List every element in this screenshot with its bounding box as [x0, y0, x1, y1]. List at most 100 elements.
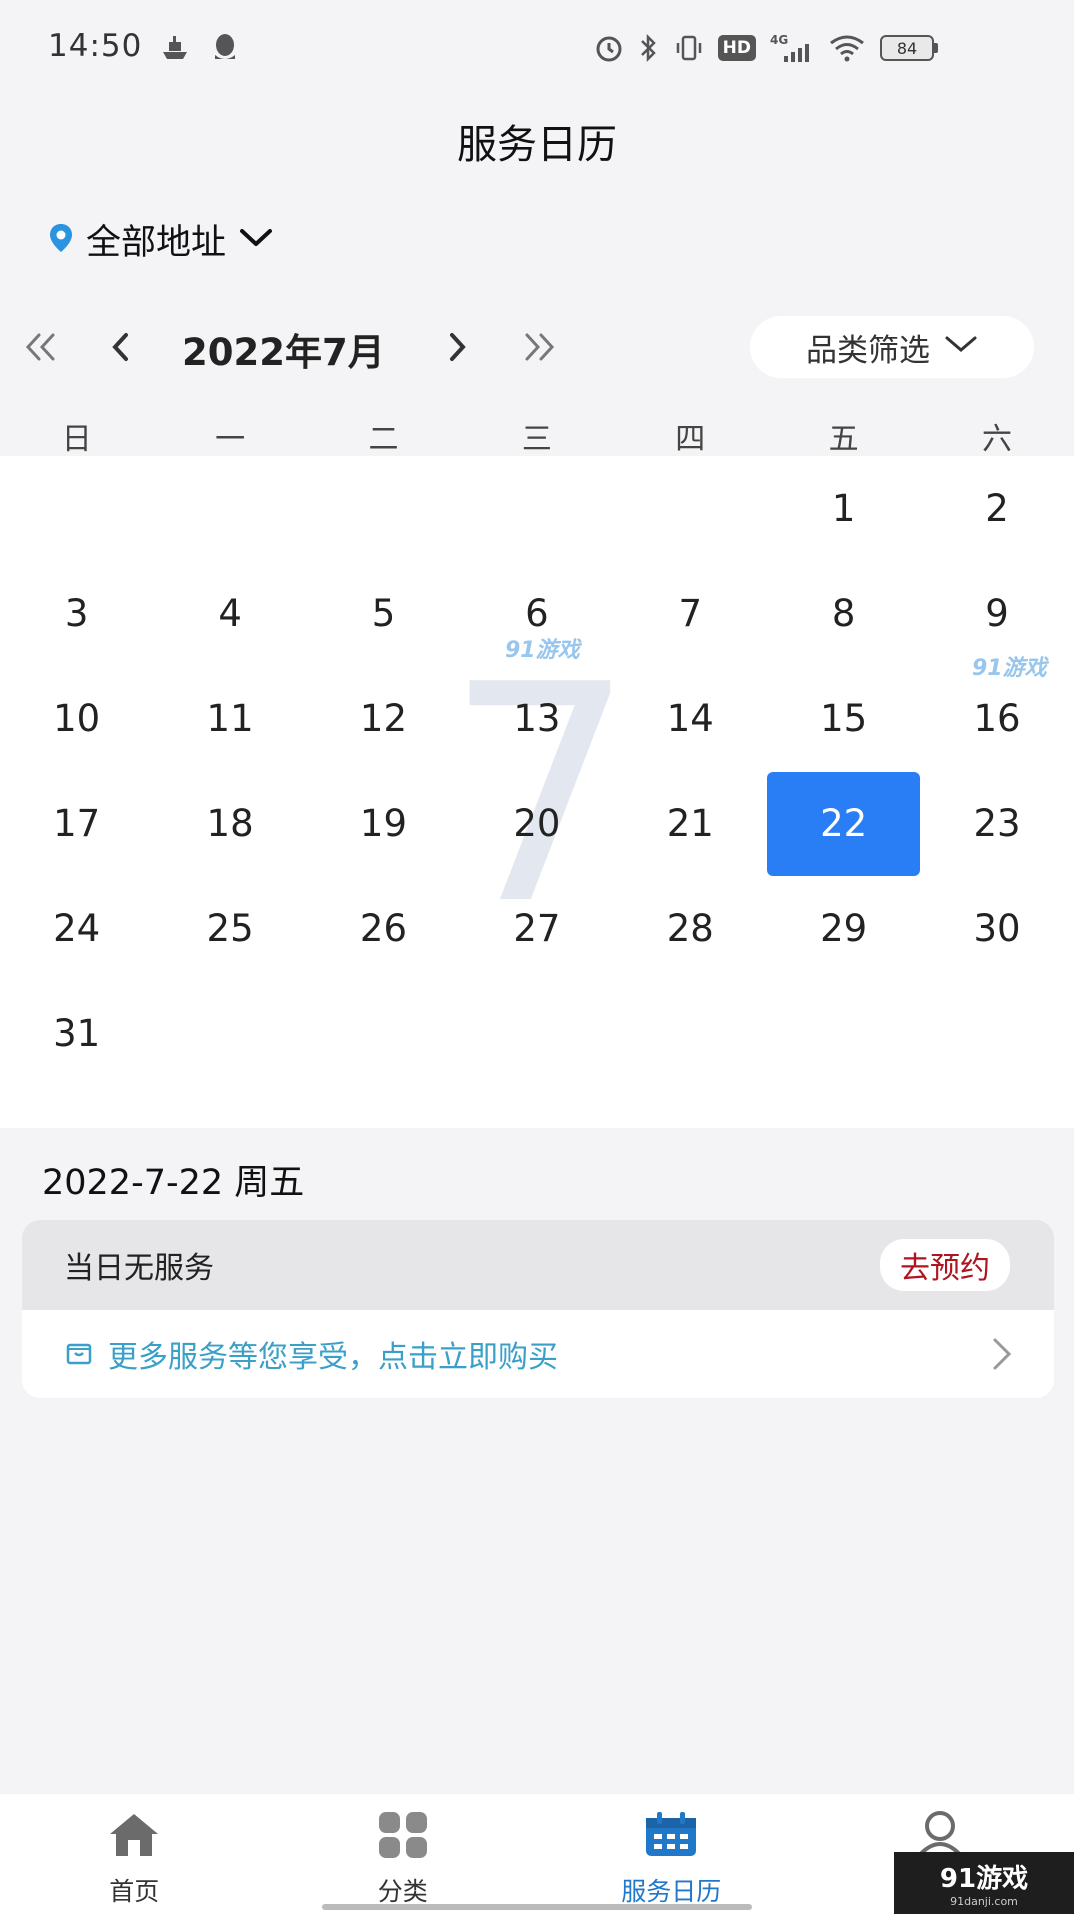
day-number: 30	[973, 907, 1021, 950]
day-cell[interactable]: 25	[153, 876, 306, 981]
day-cell[interactable]: 5	[307, 561, 460, 666]
day-grid: 1 2 3 4 5 6 7 8 9 10 11 12 13 14 15 16 17 18 19 20 21 22 23 24 2…	[0, 456, 1074, 1086]
day-number: 22	[767, 771, 921, 876]
day-cell[interactable]: 26	[307, 876, 460, 981]
day-cell[interactable]: 11	[153, 666, 306, 771]
calendar-icon	[643, 1810, 699, 1864]
weekday-header: 日 一 二 三 四 五 六	[0, 414, 1074, 458]
vibrate-icon	[674, 30, 704, 66]
day-number: 20	[513, 802, 561, 845]
day-number: 8	[831, 592, 856, 635]
chevron-right-icon	[990, 1336, 1014, 1376]
day-number: 21	[666, 802, 714, 845]
day-cell[interactable]: 21	[614, 771, 767, 876]
qq-icon	[212, 30, 238, 66]
weekday-label: 四	[675, 422, 706, 457]
day-number: 15	[820, 697, 868, 740]
category-filter-label: 品类筛选	[806, 332, 930, 369]
day-cell[interactable]: 18	[153, 771, 306, 876]
day-number: 10	[53, 697, 101, 740]
day-cell[interactable]: 17	[0, 771, 153, 876]
day-cell[interactable]: 27	[460, 876, 613, 981]
empty-day-cell	[153, 456, 306, 561]
tab-category[interactable]: 分类	[269, 1794, 538, 1914]
tab-label: 服务日历	[621, 1877, 722, 1906]
svg-text:4G: 4G	[770, 33, 788, 47]
day-cell[interactable]: 7	[614, 561, 767, 666]
day-number: 31	[53, 1012, 101, 1055]
chevron-down-icon	[238, 227, 274, 253]
day-number: 3	[64, 592, 89, 635]
signal-icon: 4G	[770, 30, 814, 66]
day-cell[interactable]: 30	[920, 876, 1073, 981]
day-number: 11	[206, 697, 254, 740]
day-cell[interactable]: 10	[0, 666, 153, 771]
prev-month-button[interactable]	[96, 322, 146, 372]
category-icon	[377, 1810, 429, 1864]
day-number: 24	[53, 907, 101, 950]
calendar-grid: 7 1 2 3 4 5 6 7 8 9 10 11 12 13 14 15 16 17 18 19 20 21 22 23 2…	[0, 456, 1074, 1128]
status-bar: 14:50 HD 4G 84	[0, 0, 1074, 96]
day-number: 6	[525, 592, 549, 635]
selected-date-label: 2022-7-22 周五	[42, 1163, 305, 1203]
alarm-icon	[594, 30, 624, 66]
tab-service-calendar[interactable]: 服务日历	[537, 1794, 806, 1914]
day-cell[interactable]: 4	[153, 561, 306, 666]
category-filter-button[interactable]: 品类筛选	[750, 316, 1034, 378]
watermark-logo: 91游戏 91danji.com	[894, 1852, 1074, 1914]
day-number: 4	[218, 592, 242, 635]
buy-more-text: 更多服务等您享受，点击立即购买	[108, 1340, 558, 1375]
day-number: 28	[666, 907, 714, 950]
day-cell[interactable]: 19	[307, 771, 460, 876]
day-number: 25	[206, 907, 254, 950]
day-number: 12	[359, 697, 408, 740]
day-cell[interactable]: 8	[767, 561, 920, 666]
day-cell[interactable]: 12	[307, 666, 460, 771]
day-cell[interactable]: 28	[614, 876, 767, 981]
address-selector[interactable]: 全部地址	[48, 214, 274, 265]
weekday-label: 二	[368, 422, 399, 457]
weekday-label: 五	[828, 422, 859, 457]
day-number: 26	[359, 907, 408, 950]
empty-day-cell	[0, 456, 153, 561]
day-cell[interactable]: 24	[0, 876, 153, 981]
day-number: 2	[985, 487, 1009, 530]
prev-year-button[interactable]	[16, 322, 66, 372]
buy-more-row[interactable]: 更多服务等您享受，点击立即购买	[22, 1310, 1054, 1398]
day-cell[interactable]: 22	[767, 771, 921, 876]
next-year-button[interactable]	[514, 322, 564, 372]
weekday-label: 三	[521, 422, 552, 457]
weekday-label: 日	[61, 422, 92, 457]
day-cell[interactable]: 13	[460, 666, 613, 771]
day-cell[interactable]: 23	[920, 771, 1073, 876]
day-cell[interactable]: 1	[767, 456, 920, 561]
home-indicator[interactable]	[322, 1904, 752, 1910]
tab-label: 首页	[109, 1877, 160, 1906]
empty-day-cell	[614, 456, 767, 561]
day-number: 1	[831, 487, 856, 530]
next-month-button[interactable]	[432, 322, 482, 372]
book-button[interactable]: 去预约	[880, 1239, 1010, 1291]
day-cell[interactable]: 15	[767, 666, 920, 771]
status-time: 14:50	[48, 28, 143, 64]
day-cell[interactable]: 20	[460, 771, 613, 876]
service-card: 当日无服务 去预约 更多服务等您享受，点击立即购买	[22, 1220, 1054, 1398]
page-title: 服务日历	[457, 122, 617, 168]
day-cell[interactable]: 14	[614, 666, 767, 771]
day-number: 19	[359, 802, 408, 845]
day-number: 23	[973, 802, 1021, 845]
tab-home[interactable]: 首页	[0, 1794, 269, 1914]
weekday-label: 一	[215, 422, 246, 457]
day-cell[interactable]: 29	[767, 876, 920, 981]
shopping-bag-icon	[64, 1337, 94, 1371]
day-cell[interactable]: 31	[0, 981, 153, 1086]
day-number: 7	[678, 592, 703, 635]
day-cell[interactable]: 3	[0, 561, 153, 666]
day-number: 27	[513, 907, 561, 950]
day-number: 16	[973, 697, 1021, 740]
empty-day-cell	[307, 456, 460, 561]
day-number: 9	[985, 592, 1009, 635]
day-number: 18	[206, 802, 254, 845]
day-cell[interactable]: 2	[920, 456, 1073, 561]
day-number: 29	[820, 907, 868, 950]
